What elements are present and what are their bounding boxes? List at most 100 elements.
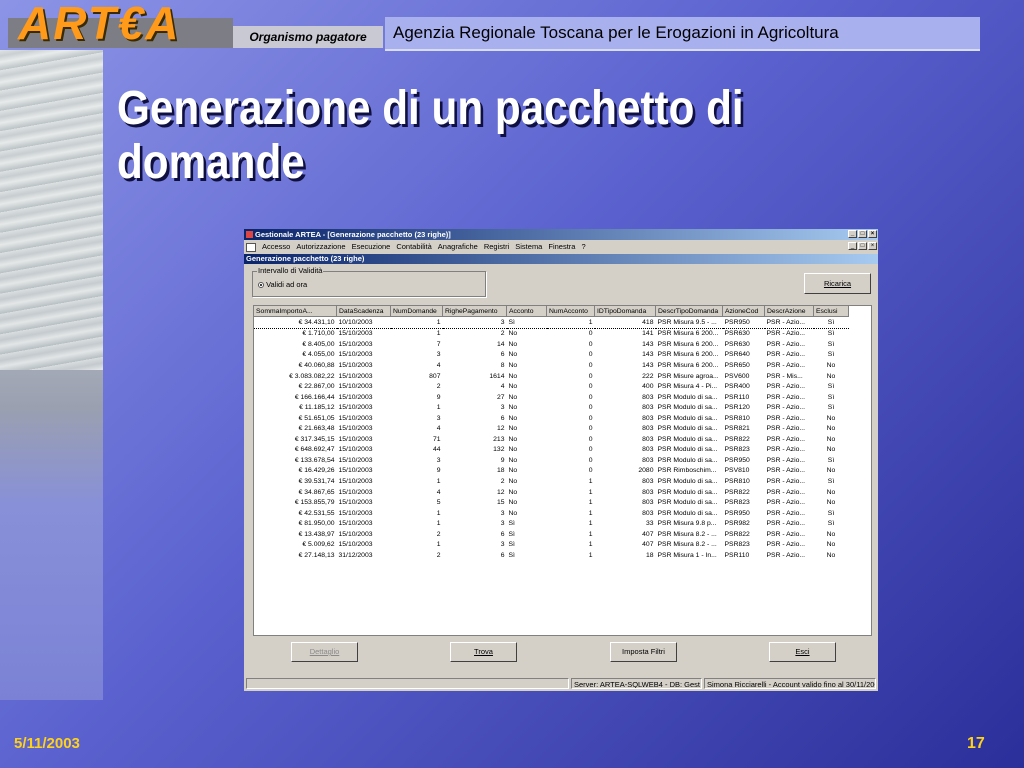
table-row[interactable]: € 51.651,05 15/10/2003 3 6 No 0 803 PSR Modulo … bbox=[254, 413, 849, 424]
table-row[interactable]: € 153.855,79 15/10/2003 5 15 No 1 803 PSR Modul… bbox=[254, 497, 849, 508]
table-cell: Sì bbox=[827, 351, 835, 359]
table-row[interactable]: € 8.405,00 15/10/2003 7 14 No 0 143 PSR Misura … bbox=[254, 339, 849, 350]
table-cell: PSR640 bbox=[724, 351, 750, 359]
table-cell: 1 bbox=[588, 509, 593, 517]
trova-button[interactable]: Trova bbox=[450, 642, 517, 662]
maximize-icon[interactable]: □ bbox=[858, 230, 867, 238]
table-cell: No bbox=[826, 488, 836, 496]
table-row[interactable]: € 1.710,00 15/10/2003 1 2 No 0 141 PSR Misura 6… bbox=[254, 328, 849, 339]
status-server: Server: ARTEA-SQLWEB4 - DB: Gest_op bbox=[571, 678, 702, 689]
table-cell: PSR Misura 9.5 - ... bbox=[655, 316, 723, 329]
table-row[interactable]: € 133.678,54 15/10/2003 3 9 No 0 803 PSR Modulo… bbox=[254, 455, 849, 466]
menu-item-3[interactable]: Contabilità bbox=[396, 241, 431, 252]
window-titlebar[interactable]: Gestionale ARTEA - [Generazione pacchett… bbox=[244, 229, 878, 240]
table-cell: Sì bbox=[827, 340, 835, 348]
table-row[interactable]: € 11.185,12 15/10/2003 1 3 No 0 803 PSR Modulo … bbox=[254, 402, 849, 413]
slide-date: 5/11/2003 bbox=[14, 735, 80, 752]
table-cell: 1 bbox=[588, 499, 593, 507]
table-row[interactable]: € 34.867,65 15/10/2003 4 12 No 1 803 PSR Modulo… bbox=[254, 487, 849, 498]
column-header[interactable]: SommaImportoA... bbox=[254, 306, 337, 317]
table-cell: 0 bbox=[588, 383, 593, 391]
menu-item-1[interactable]: Autorizzazione bbox=[296, 241, 345, 252]
results-table: SommaImportoA... DataScadenza NumDomande Ri… bbox=[254, 306, 849, 561]
table-cell: PSR - Azio... bbox=[766, 541, 806, 549]
esci-button[interactable]: Esci bbox=[769, 642, 836, 662]
table-row[interactable]: € 40.060,88 15/10/2003 4 8 No 0 143 PSR Misura … bbox=[254, 360, 849, 371]
table-row[interactable]: € 16.429,26 15/10/2003 9 18 No 0 2080 PSR Rimbo… bbox=[254, 466, 849, 477]
column-header[interactable]: Acconto bbox=[506, 306, 547, 317]
table-row[interactable]: € 21.663,48 15/10/2003 4 12 No 0 803 PSR Modulo… bbox=[254, 423, 849, 434]
table-cell: No bbox=[508, 372, 518, 380]
table-cell: 12 bbox=[496, 425, 505, 433]
table-cell: 7 bbox=[436, 340, 441, 348]
table-row[interactable]: € 27.148,13 31/12/2003 2 6 Sì 1 18 PSR Misura 1… bbox=[254, 550, 849, 561]
table-cell: PSR Modulo di sa... bbox=[657, 488, 718, 496]
table-row[interactable]: € 13.438,97 15/10/2003 2 6 Sì 1 407 PSR Misura … bbox=[254, 529, 849, 540]
child-minimize-icon[interactable]: _ bbox=[848, 242, 857, 250]
column-header[interactable]: NumDomande bbox=[390, 306, 443, 317]
table-cell: 1 bbox=[436, 477, 441, 485]
table-row[interactable]: € 317.345,15 15/10/2003 71 213 No 0 803 PSR Mod… bbox=[254, 434, 849, 445]
valid-now-radio[interactable]: Validi ad ora bbox=[258, 280, 307, 289]
column-header[interactable]: DescrAzione bbox=[764, 306, 814, 317]
table-cell: Sì bbox=[508, 541, 515, 549]
table-cell: PSR - Azio... bbox=[766, 488, 806, 496]
menu-item-5[interactable]: Registri bbox=[484, 241, 509, 252]
table-cell: No bbox=[508, 477, 518, 485]
table-cell: 1614 bbox=[489, 372, 505, 380]
table-row[interactable]: € 648.692,47 15/10/2003 44 132 No 0 803 PSR Mod… bbox=[254, 445, 849, 456]
results-grid[interactable]: SommaImportoA... DataScadenza NumDomande Ri… bbox=[253, 305, 872, 636]
table-cell: € 34.867,65 bbox=[298, 488, 335, 496]
table-row[interactable]: € 42.531,55 15/10/2003 1 3 No 1 803 PSR Modulo … bbox=[254, 508, 849, 519]
table-row[interactable]: € 5.009,62 15/10/2003 1 3 Sì 1 407 PSR Misura 8… bbox=[254, 539, 849, 550]
menu-item-7[interactable]: Finestra bbox=[548, 241, 575, 252]
column-header[interactable]: NumAcconto bbox=[546, 306, 595, 317]
table-cell: 18 bbox=[645, 551, 654, 559]
dettaglio-button[interactable]: Dettaglio bbox=[291, 642, 358, 662]
minimize-icon[interactable]: _ bbox=[848, 230, 857, 238]
child-close-icon[interactable]: × bbox=[868, 242, 877, 250]
table-cell: No bbox=[508, 509, 518, 517]
menu-item-8[interactable]: ? bbox=[581, 241, 585, 252]
column-header[interactable]: DataScadenza bbox=[336, 306, 391, 317]
table-row[interactable]: € 34.431,10 10/10/2003 1 3 Sì 1 418 PSR Misura … bbox=[254, 316, 849, 329]
table-cell: PSR - Azio... bbox=[766, 340, 806, 348]
column-header[interactable]: AzioneCod bbox=[722, 306, 765, 317]
ricarica-button[interactable]: Ricarica bbox=[804, 273, 871, 294]
table-cell: 6 bbox=[500, 551, 505, 559]
table-row[interactable]: € 4.055,00 15/10/2003 3 6 No 0 143 PSR Misura 6… bbox=[254, 350, 849, 361]
table-cell: 15/10/2003 bbox=[338, 477, 373, 485]
close-icon[interactable]: × bbox=[868, 230, 877, 238]
table-cell: PSR - Azio... bbox=[766, 499, 806, 507]
table-cell: PSR Misura 4 - Pi... bbox=[657, 383, 718, 391]
table-row[interactable]: € 39.531,74 15/10/2003 1 2 No 1 803 PSR Modulo … bbox=[254, 476, 849, 487]
imposta-filtri-button[interactable]: Imposta Filtri bbox=[610, 642, 677, 662]
table-cell: 400 bbox=[642, 383, 654, 391]
table-cell: 1 bbox=[588, 530, 593, 538]
menu-bar: Accesso Autorizzazione Esecuzione Contabili… bbox=[244, 241, 878, 252]
column-header[interactable]: Esclusi bbox=[813, 306, 849, 317]
table-cell: 0 bbox=[588, 330, 593, 338]
table-cell: No bbox=[826, 446, 836, 454]
table-cell: PSR822 bbox=[724, 435, 750, 443]
column-header[interactable]: IDTipoDomanda bbox=[594, 306, 656, 317]
menu-item-2[interactable]: Esecuzione bbox=[352, 241, 391, 252]
table-cell: Sì bbox=[827, 520, 835, 528]
table-cell: 15/10/2003 bbox=[338, 488, 373, 496]
table-cell: PSR Rimboschim... bbox=[657, 467, 717, 475]
table-cell: 0 bbox=[588, 361, 593, 369]
table-row[interactable]: € 81.950,00 15/10/2003 1 3 Sì 1 33 PSR Misura 9… bbox=[254, 518, 849, 529]
table-cell: Sì bbox=[827, 456, 835, 464]
column-header[interactable]: RighePagamento bbox=[442, 306, 507, 317]
menu-item-6[interactable]: Sistema bbox=[515, 241, 542, 252]
table-row[interactable]: € 3.083.082,22 15/10/2003 807 1614 No 0 222 PSR… bbox=[254, 371, 849, 382]
menu-item-4[interactable]: Anagrafiche bbox=[438, 241, 478, 252]
table-row[interactable]: € 22.867,00 15/10/2003 2 4 No 0 400 PSR Misura … bbox=[254, 381, 849, 392]
table-cell: € 133.678,54 bbox=[294, 456, 335, 464]
column-header[interactable]: DescrTipoDomanda bbox=[655, 306, 723, 317]
child-restore-icon[interactable]: □ bbox=[858, 242, 867, 250]
menu-item-0[interactable]: Accesso bbox=[262, 241, 290, 252]
table-cell: 15/10/2003 bbox=[338, 404, 373, 412]
table-cell: PSR Modulo di sa... bbox=[657, 456, 718, 464]
table-row[interactable]: € 166.166,44 15/10/2003 9 27 No 0 803 PSR Modul… bbox=[254, 392, 849, 403]
